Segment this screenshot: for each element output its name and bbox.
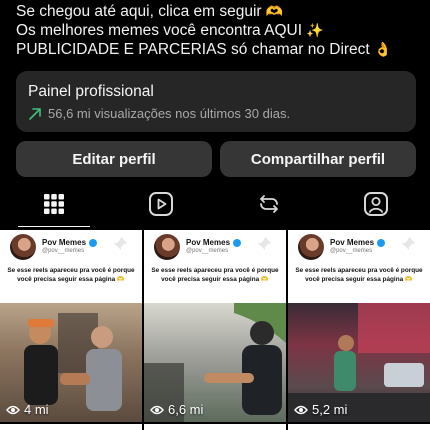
post-thumbnail: 6,6 mi: [144, 303, 286, 422]
avatar: [10, 234, 36, 260]
reels-icon: [149, 192, 174, 216]
edit-profile-button[interactable]: Editar perfil: [16, 141, 212, 177]
heart-hands-emoji: 🫶: [265, 3, 284, 19]
post-handle: @pov__memes: [330, 248, 373, 254]
post-header: Pov Memes @pov__memes Se esse reels apar…: [0, 230, 142, 303]
pin-icon: [258, 237, 271, 250]
pin-icon: [402, 237, 415, 250]
post-tile[interactable]: [144, 424, 286, 430]
pin-icon: [114, 237, 127, 250]
post-header: Pov Memes @pov__memes Se esse reels apar…: [144, 230, 286, 303]
post-caption: Se esse reels apareceu pra você é porque…: [295, 267, 423, 283]
post-caption: Se esse reels apareceu pra você é porque…: [151, 267, 279, 283]
tagged-user-icon: [364, 192, 389, 216]
post-view-count: 4 mi: [6, 402, 49, 417]
post-caption: Se esse reels apareceu pra você é porque…: [7, 267, 135, 283]
share-profile-button[interactable]: Compartilhar perfil: [220, 141, 416, 177]
post-account-name: Pov Memes: [42, 238, 98, 247]
professional-dashboard-title: Painel profissional: [28, 83, 154, 100]
eye-icon: [294, 405, 308, 414]
professional-dashboard[interactable]: Painel profissional 56,6 mi visualizaçõe…: [16, 71, 416, 132]
bio-line-2: Os melhores memes você encontra AQUI ✨: [16, 22, 324, 39]
post-tile[interactable]: [0, 424, 142, 430]
post-tile[interactable]: Pov Memes @pov__memes Se esse reels apar…: [0, 230, 142, 422]
profile-bio: Se chegou até aqui, clica em seguir 🫶 Os…: [16, 2, 426, 59]
post-thumbnail: 5,2 mi: [288, 303, 430, 422]
post-tile[interactable]: Pov Memes @pov__memes Se esse reels apar…: [288, 230, 430, 422]
post-account-name: Pov Memes: [186, 238, 242, 247]
grid-icon: [43, 194, 64, 214]
tab-reposts[interactable]: [215, 181, 323, 227]
post-handle: @pov__memes: [42, 248, 85, 254]
tab-grid[interactable]: [0, 181, 108, 227]
posts-grid: Pov Memes @pov__memes Se esse reels apar…: [0, 230, 430, 422]
verified-icon: [233, 238, 242, 247]
post-view-count: 5,2 mi: [294, 402, 347, 417]
verified-icon: [89, 238, 98, 247]
views-summary: 56,6 mi visualizações nos últimos 30 dia…: [48, 106, 291, 121]
bio-line-3: PUBLICIDADE E PARCERIAS só chamar no Dir…: [16, 41, 392, 58]
ok-hand-emoji: 👌: [374, 41, 392, 57]
posts-grid-next-row: [0, 424, 430, 430]
bio-line-1: Se chegou até aqui, clica em seguir 🫶: [16, 3, 284, 20]
post-tile[interactable]: [288, 424, 430, 430]
tab-reels[interactable]: [108, 181, 216, 227]
sparkles-emoji: ✨: [306, 22, 324, 38]
profile-actions: Editar perfil Compartilhar perfil: [16, 141, 416, 177]
eye-icon: [150, 405, 164, 414]
avatar: [298, 234, 324, 260]
professional-dashboard-stats: 56,6 mi visualizações nos últimos 30 dia…: [28, 106, 404, 121]
trend-up-icon: [29, 107, 41, 120]
repost-icon: [259, 195, 278, 213]
post-view-count: 6,6 mi: [150, 402, 203, 417]
tab-tagged[interactable]: [323, 181, 430, 227]
avatar: [154, 234, 180, 260]
post-header: Pov Memes @pov__memes Se esse reels apar…: [288, 230, 430, 303]
post-thumbnail: 4 mi: [0, 303, 142, 422]
post-tile[interactable]: Pov Memes @pov__memes Se esse reels apar…: [144, 230, 286, 422]
post-handle: @pov__memes: [186, 248, 229, 254]
eye-icon: [6, 405, 20, 414]
verified-icon: [377, 238, 386, 247]
profile-tabs: [0, 181, 430, 227]
post-account-name: Pov Memes: [330, 238, 386, 247]
